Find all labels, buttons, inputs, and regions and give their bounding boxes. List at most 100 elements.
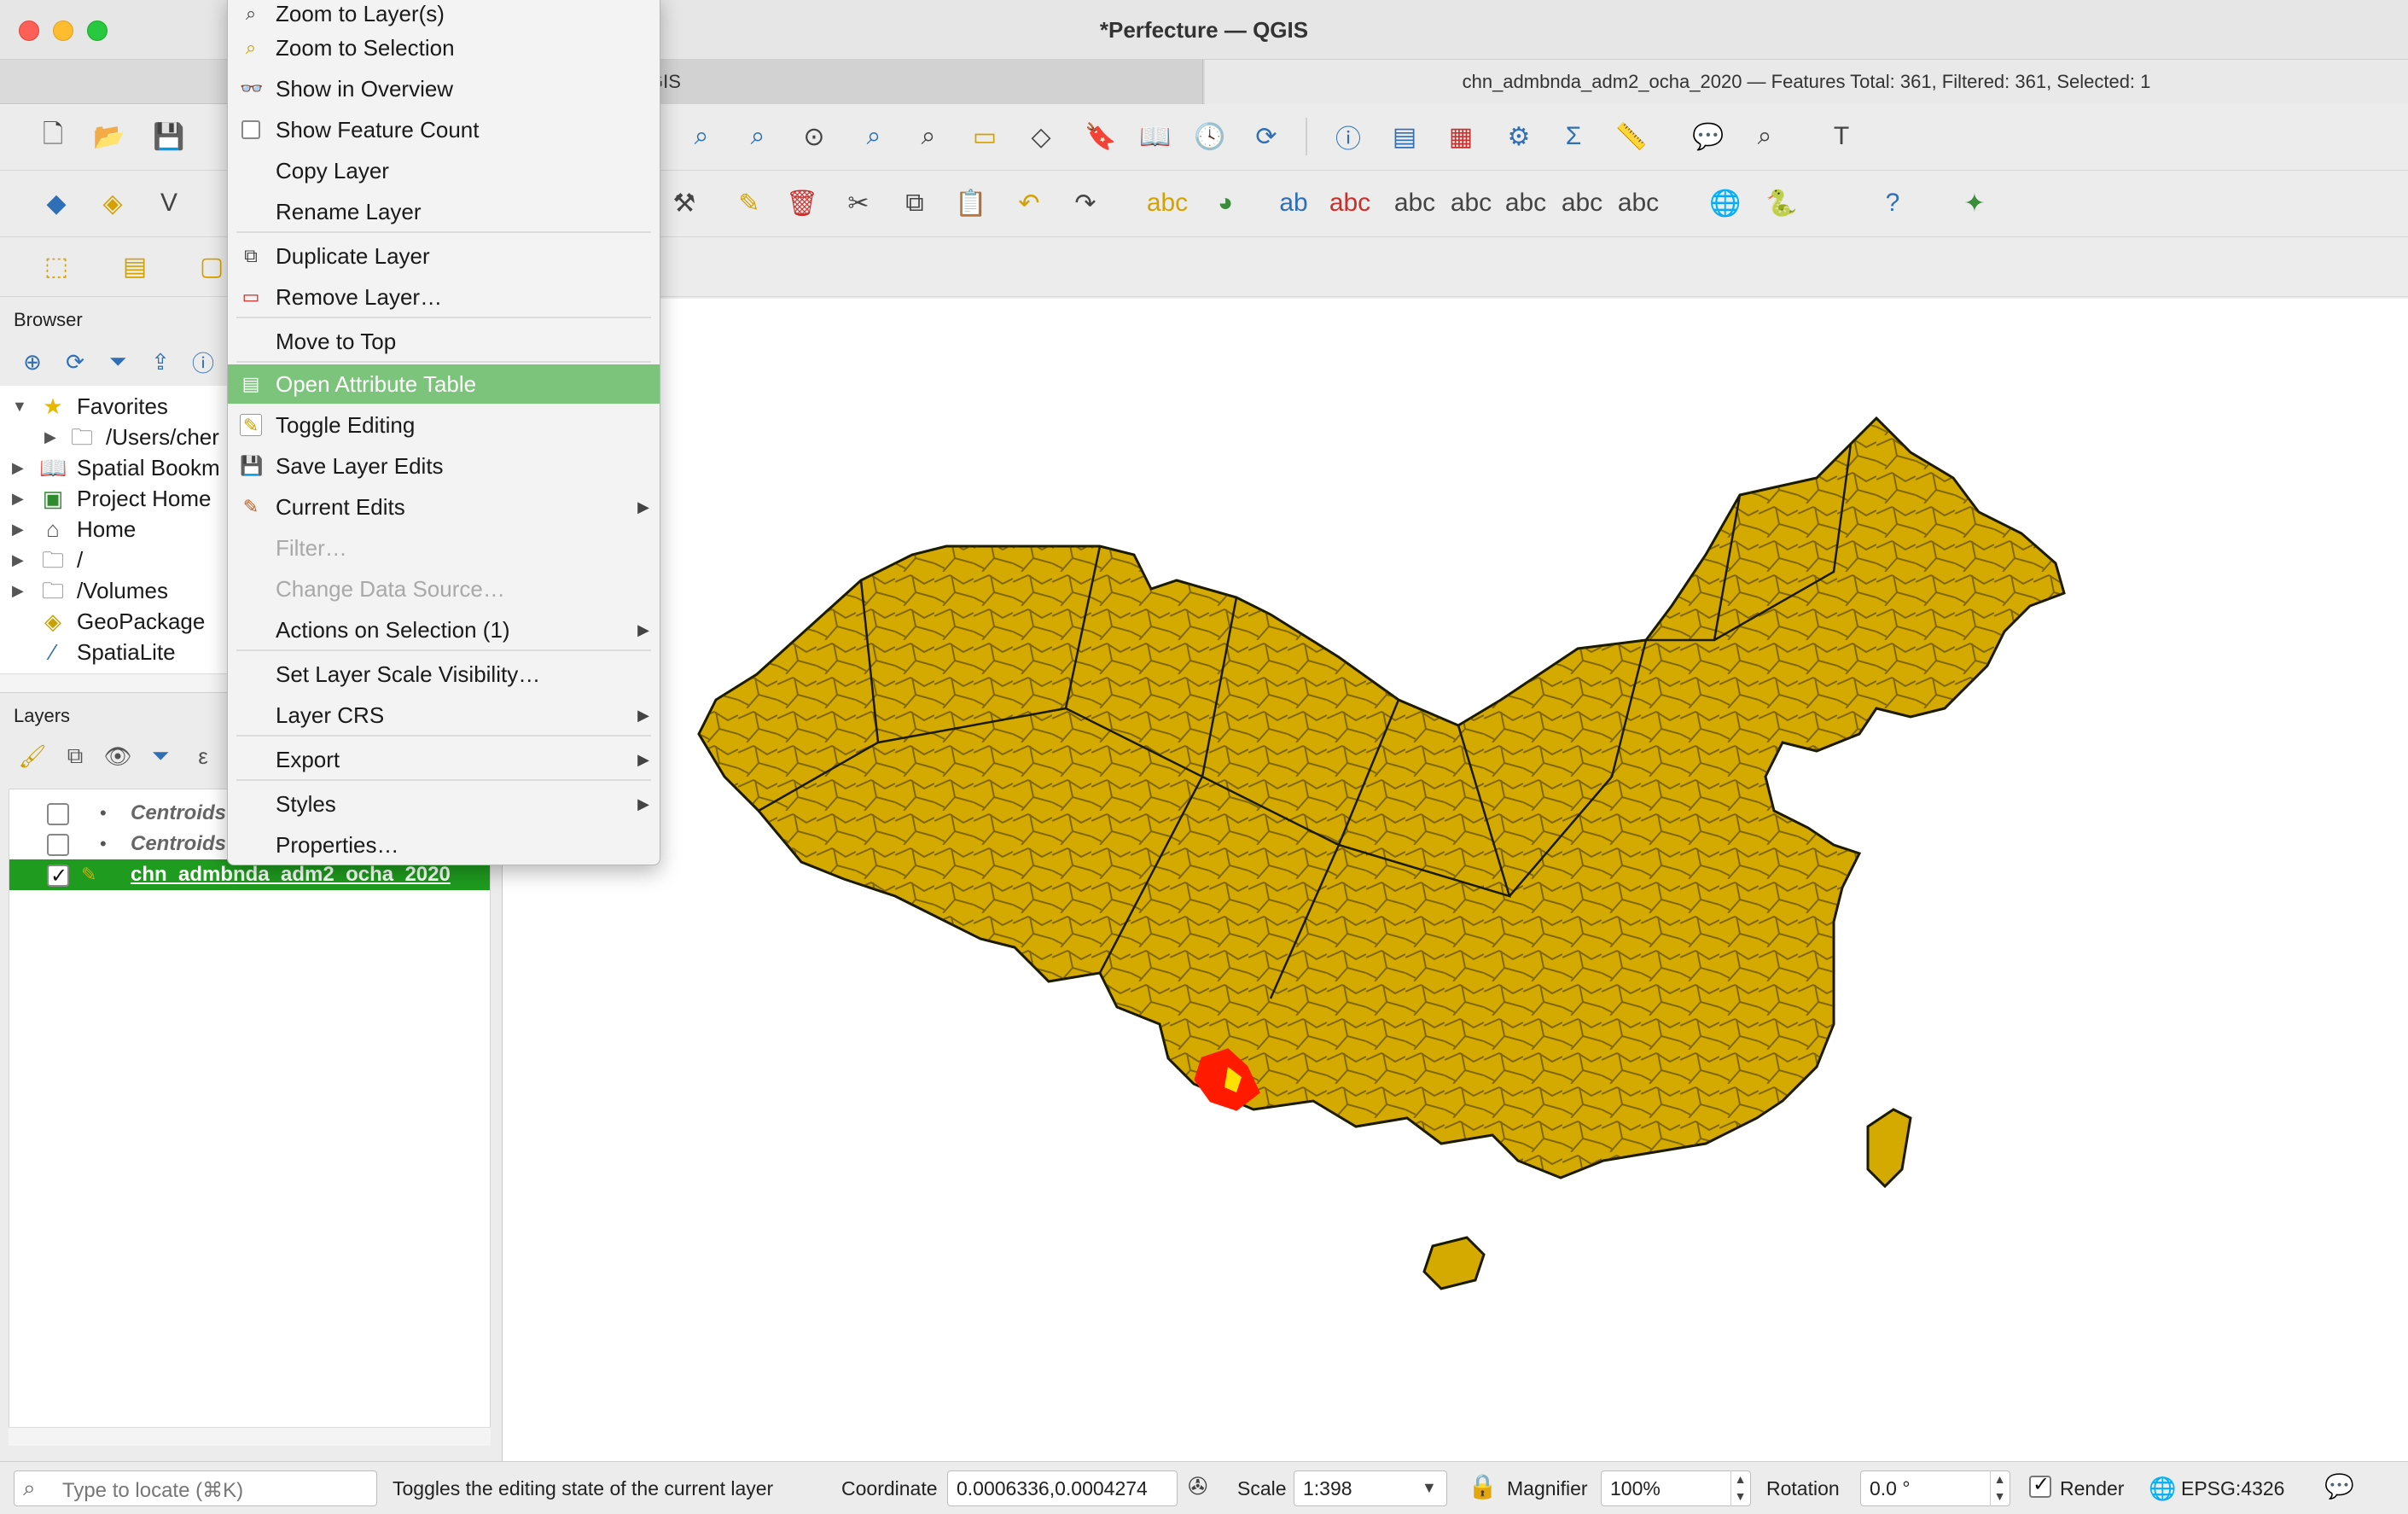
text-annotation-icon[interactable]: T bbox=[1823, 118, 1860, 155]
cut-features-icon[interactable]: ✂ bbox=[840, 184, 877, 222]
label-highlight-icon[interactable]: abc bbox=[1329, 184, 1370, 222]
checkbox-icon[interactable] bbox=[241, 120, 260, 139]
scale-dropdown-icon[interactable]: ▼ bbox=[1422, 1479, 1437, 1497]
manage-visibility-icon[interactable]: 👁 bbox=[102, 741, 133, 772]
undo-icon[interactable]: ↶ bbox=[1010, 184, 1048, 222]
menu-current-edits[interactable]: ✎ Current Edits ▶ bbox=[228, 487, 660, 527]
layer-visibility-checkbox[interactable] bbox=[47, 834, 69, 856]
data-source-manager-icon[interactable]: ◆ bbox=[38, 184, 75, 222]
menu-show-feature-count[interactable]: Show Feature Count bbox=[228, 110, 660, 149]
zoom-out-icon[interactable]: ⌕ bbox=[739, 118, 776, 155]
save-project-icon[interactable]: 💾 bbox=[150, 118, 188, 155]
expand-arrow-icon[interactable]: ▼ bbox=[12, 391, 27, 422]
filter-legend-icon[interactable]: ⏷ bbox=[145, 741, 176, 772]
show-bookmarks-icon[interactable]: 📖 bbox=[1137, 118, 1174, 155]
expand-arrow-icon[interactable]: ▶ bbox=[12, 483, 24, 514]
vertex-tool-icon[interactable]: ⚒ bbox=[666, 184, 703, 222]
menu-change-data-source[interactable]: Change Data Source… bbox=[228, 569, 660, 609]
menu-show-in-overview[interactable]: 👓 Show in Overview bbox=[228, 69, 660, 108]
add-group-icon[interactable]: ⧉ bbox=[60, 741, 90, 772]
menu-remove-layer[interactable]: ▭ Remove Layer… bbox=[228, 277, 660, 317]
menu-filter[interactable]: Filter… bbox=[228, 528, 660, 568]
refresh-icon[interactable]: ⟳ bbox=[1248, 118, 1285, 155]
statistics-sigma-icon[interactable]: Σ bbox=[1555, 118, 1592, 155]
deselect-features-icon[interactable]: ▢ bbox=[193, 247, 230, 285]
select-by-location-icon[interactable]: ⌕ bbox=[1746, 118, 1783, 155]
magnifier-stepper[interactable]: ▲ ▼ bbox=[1730, 1470, 1749, 1506]
temporal-controller-icon[interactable]: 🕓 bbox=[1191, 118, 1229, 155]
menu-set-layer-scale-visibility[interactable]: Set Layer Scale Visibility… bbox=[228, 655, 660, 694]
label-abc-icon[interactable]: abc bbox=[1147, 184, 1188, 222]
zoom-last-icon[interactable]: ⌕ bbox=[910, 118, 947, 155]
select-by-attribute-icon[interactable]: ▤ bbox=[116, 247, 154, 285]
lock-scale-icon[interactable]: 🔒 bbox=[1468, 1472, 1498, 1500]
menu-open-attribute-table[interactable]: ▤ Open Attribute Table bbox=[228, 364, 660, 404]
new-map-view-icon[interactable]: ▭ bbox=[966, 118, 1003, 155]
coordinate-field[interactable]: 0.0006336,0.0004274 bbox=[947, 1470, 1178, 1506]
expand-arrow-icon[interactable]: ▶ bbox=[12, 544, 24, 575]
crs-label[interactable]: EPSG:4326 bbox=[2181, 1477, 2284, 1500]
rotation-stepper[interactable]: ▲ ▼ bbox=[1990, 1470, 2009, 1506]
menu-zoom-to-selection[interactable]: ⌕ Zoom to Selection bbox=[228, 28, 660, 67]
expand-arrow-icon[interactable]: ▶ bbox=[44, 422, 56, 452]
expand-arrow-icon[interactable]: ▶ bbox=[12, 575, 24, 606]
plugin-globe-icon[interactable]: 🌐 bbox=[1707, 184, 1744, 222]
label-show-hide-icon[interactable]: abc bbox=[1451, 184, 1492, 222]
attribute-table-icon[interactable]: ▤ bbox=[1386, 118, 1423, 155]
magnifier-field[interactable]: 100% bbox=[1601, 1470, 1751, 1506]
menu-duplicate-layer[interactable]: ⧉ Duplicate Layer bbox=[228, 236, 660, 276]
label-move-icon[interactable]: abc bbox=[1394, 184, 1435, 222]
menu-properties[interactable]: Properties… bbox=[228, 825, 660, 865]
render-checkbox[interactable] bbox=[2029, 1472, 2051, 1498]
diagram-icon[interactable]: ◕ bbox=[1207, 184, 1244, 222]
settings-gear-icon[interactable]: ⚙ bbox=[1500, 118, 1538, 155]
label-rotate-icon[interactable]: abc bbox=[1505, 184, 1546, 222]
menu-actions-on-selection[interactable]: Actions on Selection (1) ▶ bbox=[228, 610, 660, 649]
zoom-in-icon[interactable]: ⌕ bbox=[683, 118, 720, 155]
zoom-full-icon[interactable]: ⌕ bbox=[855, 118, 893, 155]
add-layer-icon[interactable]: ⊕ bbox=[17, 346, 48, 377]
label-properties-icon[interactable]: abc bbox=[1618, 184, 1659, 222]
redo-icon[interactable]: ↷ bbox=[1067, 184, 1104, 222]
map-tips-icon[interactable]: 💬 bbox=[1690, 118, 1727, 155]
refresh-browser-icon[interactable]: ⟳ bbox=[60, 346, 90, 377]
open-project-icon[interactable]: 📂 bbox=[90, 118, 128, 155]
hainan-island[interactable] bbox=[1422, 1236, 1486, 1290]
toggle-extents-icon[interactable]: ✇ bbox=[1188, 1472, 1207, 1500]
new-project-icon[interactable]: 🗋 bbox=[34, 118, 72, 155]
python-console-icon[interactable]: 🐍 bbox=[1763, 184, 1800, 222]
menu-toggle-editing[interactable]: ✎ Toggle Editing bbox=[228, 405, 660, 445]
new-bookmark-icon[interactable]: 🔖 bbox=[1082, 118, 1120, 155]
measure-icon[interactable]: 📏 bbox=[1613, 118, 1650, 155]
expand-arrow-icon[interactable]: ▶ bbox=[12, 514, 24, 544]
paste-features-icon[interactable]: 📋 bbox=[952, 184, 990, 222]
layer-visibility-checkbox[interactable] bbox=[47, 861, 69, 892]
label-change-icon[interactable]: abc bbox=[1562, 184, 1602, 222]
identify-features-icon[interactable]: ⓘ bbox=[1329, 118, 1367, 155]
new-geopackage-icon[interactable]: ◈ bbox=[94, 184, 131, 222]
delete-selected-icon[interactable]: 🗑 bbox=[783, 184, 821, 222]
messages-icon[interactable]: 💬 bbox=[2324, 1472, 2354, 1500]
menu-rename-layer[interactable]: Rename Layer bbox=[228, 192, 660, 231]
plugin-tool-icon[interactable]: ✦ bbox=[1956, 184, 1993, 222]
edit-pencil-icon[interactable]: ✎ bbox=[730, 184, 768, 222]
filter-expression-icon[interactable]: ε bbox=[188, 741, 218, 772]
info-icon[interactable]: ⓘ bbox=[188, 346, 218, 377]
style-manager-icon[interactable]: 🖌 bbox=[17, 741, 48, 772]
menu-layer-crs[interactable]: Layer CRS ▶ bbox=[228, 696, 660, 735]
tab-attribute-table[interactable]: chn_admbnda_adm2_ocha_2020 — Features To… bbox=[1205, 60, 2408, 104]
new-3d-view-icon[interactable]: ◇ bbox=[1022, 118, 1060, 155]
copy-features-icon[interactable]: ⧉ bbox=[896, 184, 934, 222]
tab-project[interactable]: GIS bbox=[631, 60, 1203, 104]
expand-arrow-icon[interactable]: ▶ bbox=[12, 452, 24, 483]
field-calculator-icon[interactable]: ▦ bbox=[1442, 118, 1480, 155]
taiwan-island[interactable] bbox=[1866, 1108, 1912, 1189]
menu-save-layer-edits[interactable]: 💾 Save Layer Edits bbox=[228, 446, 660, 486]
menu-copy-layer[interactable]: Copy Layer bbox=[228, 151, 660, 190]
menu-styles[interactable]: Styles ▶ bbox=[228, 784, 660, 824]
filter-browser-icon[interactable]: ⏷ bbox=[102, 346, 133, 377]
layers-horizontal-scrollbar[interactable] bbox=[9, 1427, 491, 1446]
menu-move-to-top[interactable]: Move to Top bbox=[228, 322, 660, 361]
menu-export[interactable]: Export ▶ bbox=[228, 740, 660, 779]
rotation-field[interactable]: 0.0 ° bbox=[1860, 1470, 2010, 1506]
